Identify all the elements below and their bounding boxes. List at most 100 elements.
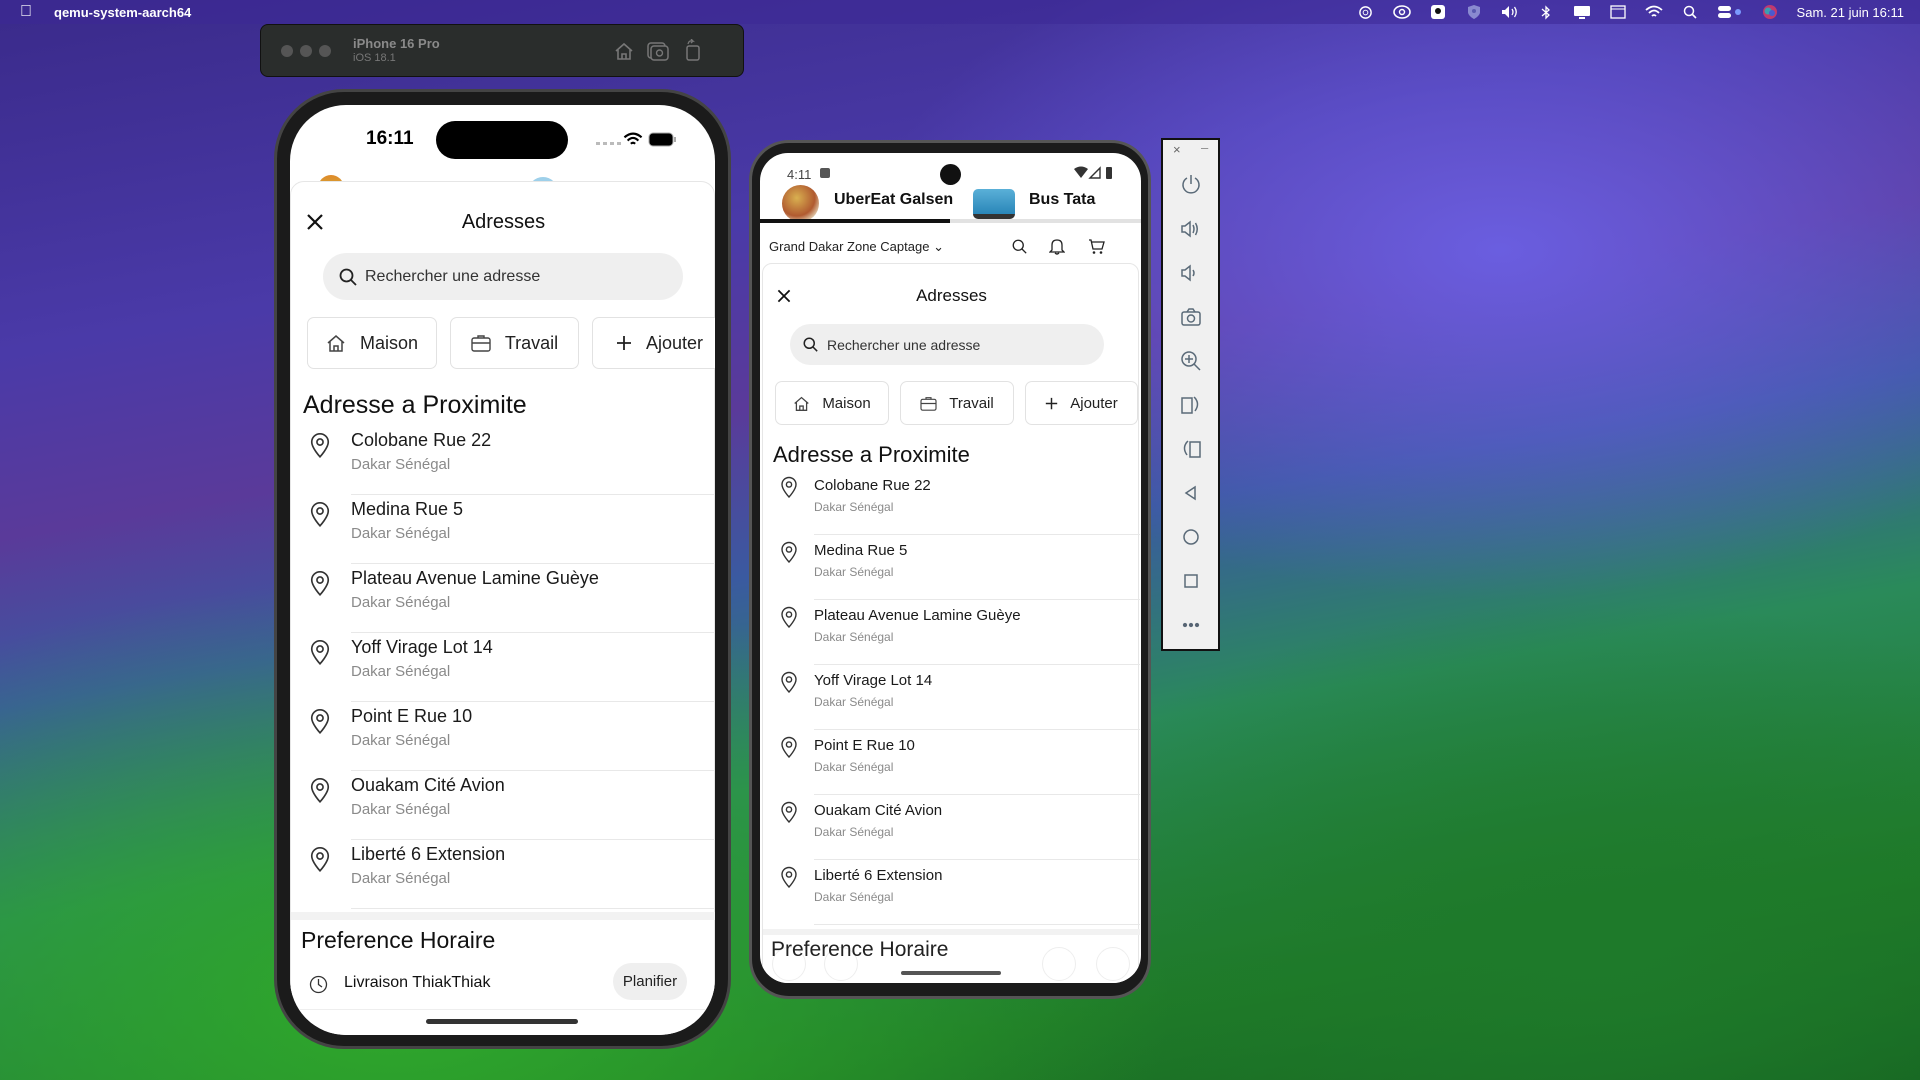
tab-bus-tata[interactable]: Bus Tata xyxy=(1029,191,1095,209)
address-list-item[interactable]: Plateau Avenue Lamine Guèye Dakar Sénéga… xyxy=(763,600,1140,665)
home-icon xyxy=(793,395,810,412)
bluetooth-icon[interactable] xyxy=(1537,4,1555,20)
zoom-icon[interactable] xyxy=(1163,350,1218,372)
back-icon[interactable] xyxy=(1163,482,1218,504)
home-icon[interactable] xyxy=(614,41,634,61)
home-icon[interactable] xyxy=(1163,526,1218,548)
map-pin-icon xyxy=(309,432,331,458)
address-list-item[interactable]: Colobane Rue 22 Dakar Sénégal xyxy=(291,426,715,495)
map-pin-icon xyxy=(780,606,798,628)
rotate-icon[interactable] xyxy=(685,39,701,61)
display-icon[interactable] xyxy=(1573,4,1591,20)
chip-label: Ajouter xyxy=(1070,394,1118,412)
window-minimize-button[interactable] xyxy=(300,44,312,57)
address-name: Yoff Virage Lot 14 xyxy=(351,637,493,657)
chip-ajouter[interactable]: Ajouter xyxy=(1025,381,1138,425)
window-zoom-button[interactable] xyxy=(319,44,331,57)
map-pin-icon xyxy=(780,541,798,563)
address-list-item[interactable]: Liberté 6 Extension Dakar Sénégal xyxy=(291,840,715,909)
map-pin-icon xyxy=(309,639,331,665)
android-signal-icons xyxy=(1074,166,1118,180)
address-list-item[interactable]: Colobane Rue 22 Dakar Sénégal xyxy=(763,470,1140,535)
map-pin-icon xyxy=(780,866,798,888)
location-selector[interactable]: Grand Dakar Zone Captage ⌄ xyxy=(769,239,944,255)
schedule-button[interactable]: Planifier xyxy=(613,963,687,1000)
panel-minimize-icon[interactable]: – xyxy=(1201,140,1208,155)
location-label: Grand Dakar Zone Captage xyxy=(769,239,930,254)
overview-icon[interactable] xyxy=(1163,570,1218,592)
screenshot-icon[interactable] xyxy=(647,41,669,61)
bus-tab-avatar xyxy=(973,189,1015,219)
menubar-clock[interactable]: Sam. 21 juin 16:11 xyxy=(1797,5,1904,20)
address-name: Liberté 6 Extension xyxy=(351,844,506,864)
address-city: Dakar Sénégal xyxy=(814,760,894,774)
address-list-item[interactable]: Liberté 6 Extension Dakar Sénégal xyxy=(763,860,1140,925)
address-city: Dakar Sénégal xyxy=(351,732,451,749)
window-icon[interactable] xyxy=(1609,4,1627,20)
address-search-input[interactable]: Rechercher une adresse xyxy=(323,253,683,300)
preference-title: Preference Horaire xyxy=(301,927,496,953)
wifi-icon[interactable] xyxy=(1644,4,1663,20)
rotate-left-icon[interactable] xyxy=(1163,394,1218,416)
control-center-icon[interactable] xyxy=(1717,4,1743,20)
app-menu-name[interactable]: qemu-system-aarch64 xyxy=(54,5,191,20)
chip-label: Ajouter xyxy=(645,332,704,353)
volume-down-icon[interactable] xyxy=(1163,262,1218,284)
openai-icon[interactable] xyxy=(1357,4,1375,20)
window-close-button[interactable] xyxy=(281,44,293,57)
apple-logo-icon[interactable]:  xyxy=(20,3,32,21)
address-list-item[interactable]: Point E Rue 10 Dakar Sénégal xyxy=(291,702,715,771)
address-search-input[interactable]: Rechercher une adresse xyxy=(790,324,1104,365)
search-icon[interactable] xyxy=(1012,239,1027,254)
address-list-item[interactable]: Ouakam Cité Avion Dakar Sénégal xyxy=(763,795,1140,860)
siri-icon[interactable] xyxy=(1761,4,1779,20)
cellular-signal-icon xyxy=(596,142,621,145)
address-list-item[interactable]: Point E Rue 10 Dakar Sénégal xyxy=(763,730,1140,795)
panel-close-icon[interactable]: × xyxy=(1173,142,1181,157)
divider xyxy=(351,908,715,909)
chip-label: Travail xyxy=(949,394,994,412)
power-icon[interactable] xyxy=(1163,174,1218,196)
cart-icon[interactable] xyxy=(1088,238,1105,255)
divider xyxy=(814,924,1140,925)
chip-maison[interactable]: Maison xyxy=(307,317,437,369)
map-pin-icon xyxy=(309,501,331,527)
home-indicator[interactable] xyxy=(426,1019,578,1024)
chip-label: Travail xyxy=(504,332,559,353)
device-name: iPhone 16 Pro xyxy=(353,35,440,51)
sheet-title: Adresses xyxy=(461,211,546,233)
volume-icon[interactable] xyxy=(1501,4,1519,20)
gear-download-icon[interactable] xyxy=(1429,4,1447,20)
address-city: Dakar Sénégal xyxy=(351,594,451,611)
rotate-right-icon[interactable] xyxy=(1163,438,1218,460)
chip-travail[interactable]: Travail xyxy=(450,317,579,369)
briefcase-icon xyxy=(920,396,937,411)
address-list-item[interactable]: Ouakam Cité Avion Dakar Sénégal xyxy=(291,771,715,840)
nav-profile-button[interactable] xyxy=(1096,947,1130,981)
map-pin-icon xyxy=(780,476,798,498)
chip-maison[interactable]: Maison xyxy=(775,381,889,425)
creative-cloud-icon[interactable] xyxy=(1392,4,1411,20)
vpn-shield-icon[interactable] xyxy=(1465,4,1483,20)
map-pin-icon xyxy=(780,736,798,758)
address-name: Medina Rue 5 xyxy=(351,499,464,519)
address-list-item[interactable]: Plateau Avenue Lamine Guèye Dakar Sénéga… xyxy=(291,564,715,633)
volume-up-icon[interactable] xyxy=(1163,218,1218,240)
address-name: Ouakam Cité Avion xyxy=(814,802,943,819)
address-list-item[interactable]: Yoff Virage Lot 14 Dakar Sénégal xyxy=(763,665,1140,730)
camera-icon[interactable] xyxy=(1163,306,1218,328)
spotlight-search-icon[interactable] xyxy=(1681,4,1699,20)
more-icon[interactable] xyxy=(1163,614,1218,636)
tab-ubereat-galsen[interactable]: UberEat Galsen xyxy=(834,191,953,209)
nav-cart-button[interactable] xyxy=(1042,947,1076,981)
address-city: Dakar Sénégal xyxy=(351,525,451,542)
chip-travail[interactable]: Travail xyxy=(900,381,1014,425)
address-list-item[interactable]: Medina Rue 5 Dakar Sénégal xyxy=(291,495,715,564)
address-list-item[interactable]: Medina Rue 5 Dakar Sénégal xyxy=(763,535,1140,600)
bell-icon[interactable] xyxy=(1049,237,1065,255)
section-divider xyxy=(763,929,1140,935)
address-list-item[interactable]: Yoff Virage Lot 14 Dakar Sénégal xyxy=(291,633,715,702)
chip-ajouter[interactable]: Ajouter xyxy=(592,317,715,369)
gesture-bar[interactable] xyxy=(901,971,1001,975)
plus-icon xyxy=(616,335,632,351)
